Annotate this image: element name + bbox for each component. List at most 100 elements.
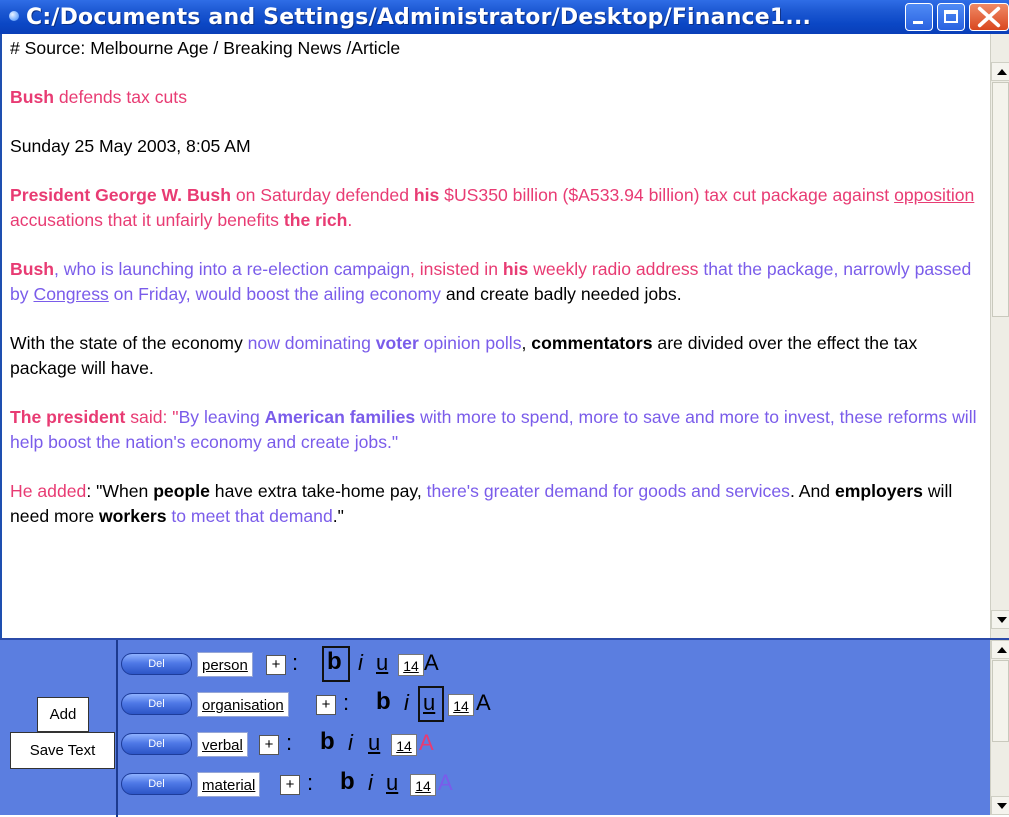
delete-button[interactable]: Del: [121, 733, 192, 755]
tag-name-link[interactable]: person: [197, 652, 253, 677]
tag-person: Bush: [10, 87, 54, 107]
title-bar[interactable]: C:/Documents and Settings/Administrator/…: [0, 0, 1009, 34]
color-picker[interactable]: A: [424, 650, 439, 676]
underline-toggle[interactable]: u: [386, 770, 398, 796]
tag-material: there's greater demand for goods and ser…: [426, 481, 790, 501]
bold-toggle[interactable]: b: [320, 728, 335, 756]
scroll-up-icon: [997, 647, 1007, 653]
tag-person: the rich: [283, 210, 348, 230]
tag-verbal: accusations that it unfairly benefits: [10, 210, 284, 230]
tag-verbal: $US350 billion ($A533.94 billion) tax cu…: [439, 185, 895, 205]
delete-button[interactable]: Del: [121, 773, 192, 795]
scroll-down-icon: [997, 803, 1007, 809]
tag-name-link[interactable]: organisation: [197, 692, 289, 717]
plain-text: ,: [521, 333, 532, 353]
maximize-button[interactable]: [937, 3, 965, 31]
tag-verbal: , insisted in: [409, 259, 503, 279]
document-scrollbar[interactable]: [990, 34, 1009, 638]
plain-text: .": [332, 506, 344, 526]
italic-toggle[interactable]: i: [404, 690, 409, 716]
tag-person: Bush: [10, 259, 54, 279]
underline-toggle[interactable]: u: [368, 730, 380, 756]
font-size-field[interactable]: 14: [410, 774, 436, 796]
plain-text: With the state of the economy: [10, 333, 248, 353]
close-button[interactable]: [969, 3, 1009, 31]
paragraph-4: The president said: "By leaving American…: [10, 405, 984, 455]
colon-separator: :: [292, 650, 299, 675]
bold-toggle[interactable]: b: [327, 648, 342, 676]
delete-button[interactable]: Del: [121, 693, 192, 715]
tag-person: his: [502, 259, 529, 279]
colon-separator: :: [286, 730, 293, 755]
add-subtag-button[interactable]: +: [259, 735, 279, 755]
tag-person: The president: [10, 407, 126, 427]
tag-material: to meet that demand: [166, 506, 333, 526]
add-subtag-button[interactable]: +: [316, 695, 336, 715]
tag-list: Del person + : b i u 14 A Del organisati…: [116, 640, 990, 817]
scroll-up-button[interactable]: [991, 62, 1009, 81]
plain-text: : "When: [86, 481, 154, 501]
paragraph-5: He added: "When people have extra take-h…: [10, 479, 984, 529]
italic-toggle[interactable]: i: [348, 730, 353, 756]
colon-separator: :: [307, 770, 314, 795]
tag-verbal: : ": [162, 407, 179, 427]
add-subtag-button[interactable]: +: [266, 655, 286, 675]
tag-material: now dominating: [247, 333, 376, 353]
color-picker[interactable]: A: [476, 690, 491, 716]
panel-scroll-down-button[interactable]: [991, 796, 1009, 815]
document-text-area[interactable]: # Source: Melbourne Age / Breaking News …: [0, 34, 990, 638]
paragraph-3: With the state of the economy now domina…: [10, 331, 984, 381]
tag-material: , who is launching into a re-election ca…: [53, 259, 410, 279]
tag-material: on Friday, would boost the ailing econom…: [108, 284, 441, 304]
scroll-down-button[interactable]: [991, 610, 1009, 629]
tag-verbal: He added: [10, 481, 87, 501]
minimize-button[interactable]: [905, 3, 933, 31]
add-button[interactable]: Add: [37, 697, 89, 732]
save-text-button[interactable]: Save Text: [10, 732, 115, 769]
tag-person: people: [153, 481, 210, 501]
tag-verbal: on Saturday defended: [230, 185, 414, 205]
tag-material: with more to spend, more to save and mor…: [415, 407, 830, 427]
panel-scrollbar[interactable]: [990, 640, 1009, 815]
window-title: C:/Documents and Settings/Administrator/…: [26, 5, 812, 30]
bold-toggle[interactable]: b: [340, 768, 355, 796]
delete-button[interactable]: Del: [121, 653, 192, 675]
underline-toggle[interactable]: u: [423, 690, 435, 716]
tag-verbal: .: [347, 210, 353, 230]
headline: Bush defends tax cuts: [10, 85, 984, 110]
panel-scroll-up-button[interactable]: [991, 640, 1009, 659]
paragraph-2: Bush, who is launching into a re-electio…: [10, 257, 984, 307]
colon-separator: :: [343, 690, 350, 715]
tag-name-link[interactable]: material: [197, 772, 261, 797]
color-picker[interactable]: A: [438, 770, 453, 796]
tag-verbal: weekly radio address: [528, 259, 699, 279]
font-size-field[interactable]: 14: [448, 694, 474, 716]
plain-text: and create badly needed jobs.: [440, 284, 682, 304]
color-picker[interactable]: A: [419, 730, 434, 756]
plain-text: . And: [789, 481, 835, 501]
tag-material: By leaving: [178, 407, 265, 427]
tag-person: President George W. Bush: [10, 185, 231, 205]
close-icon: [977, 6, 1001, 28]
tag-person: American families: [264, 407, 416, 427]
tag-panel: Add Save Text Del person + : b i u 14 A …: [0, 638, 1009, 817]
scroll-thumb[interactable]: [992, 82, 1009, 317]
font-size-field[interactable]: 14: [391, 734, 417, 756]
font-size-field[interactable]: 14: [398, 654, 424, 676]
add-subtag-button[interactable]: +: [280, 775, 300, 795]
tag-verbal: defends tax cuts: [53, 87, 187, 107]
app-icon: [9, 11, 19, 21]
bold-toggle[interactable]: b: [376, 688, 391, 716]
tag-organisation: opposition: [894, 185, 975, 205]
scroll-down-icon: [997, 617, 1007, 623]
tag-person: workers: [99, 506, 167, 526]
tag-organisation: Congress: [33, 284, 109, 304]
tag-name-link[interactable]: verbal: [197, 732, 248, 757]
panel-scroll-thumb[interactable]: [992, 660, 1009, 742]
source-line: # Source: Melbourne Age / Breaking News …: [10, 38, 401, 58]
italic-toggle[interactable]: i: [368, 770, 373, 796]
paragraph-1: President George W. Bush on Saturday def…: [10, 183, 984, 233]
italic-toggle[interactable]: i: [358, 650, 363, 676]
tag-verbal: said: [125, 407, 163, 427]
underline-toggle[interactable]: u: [376, 650, 388, 676]
